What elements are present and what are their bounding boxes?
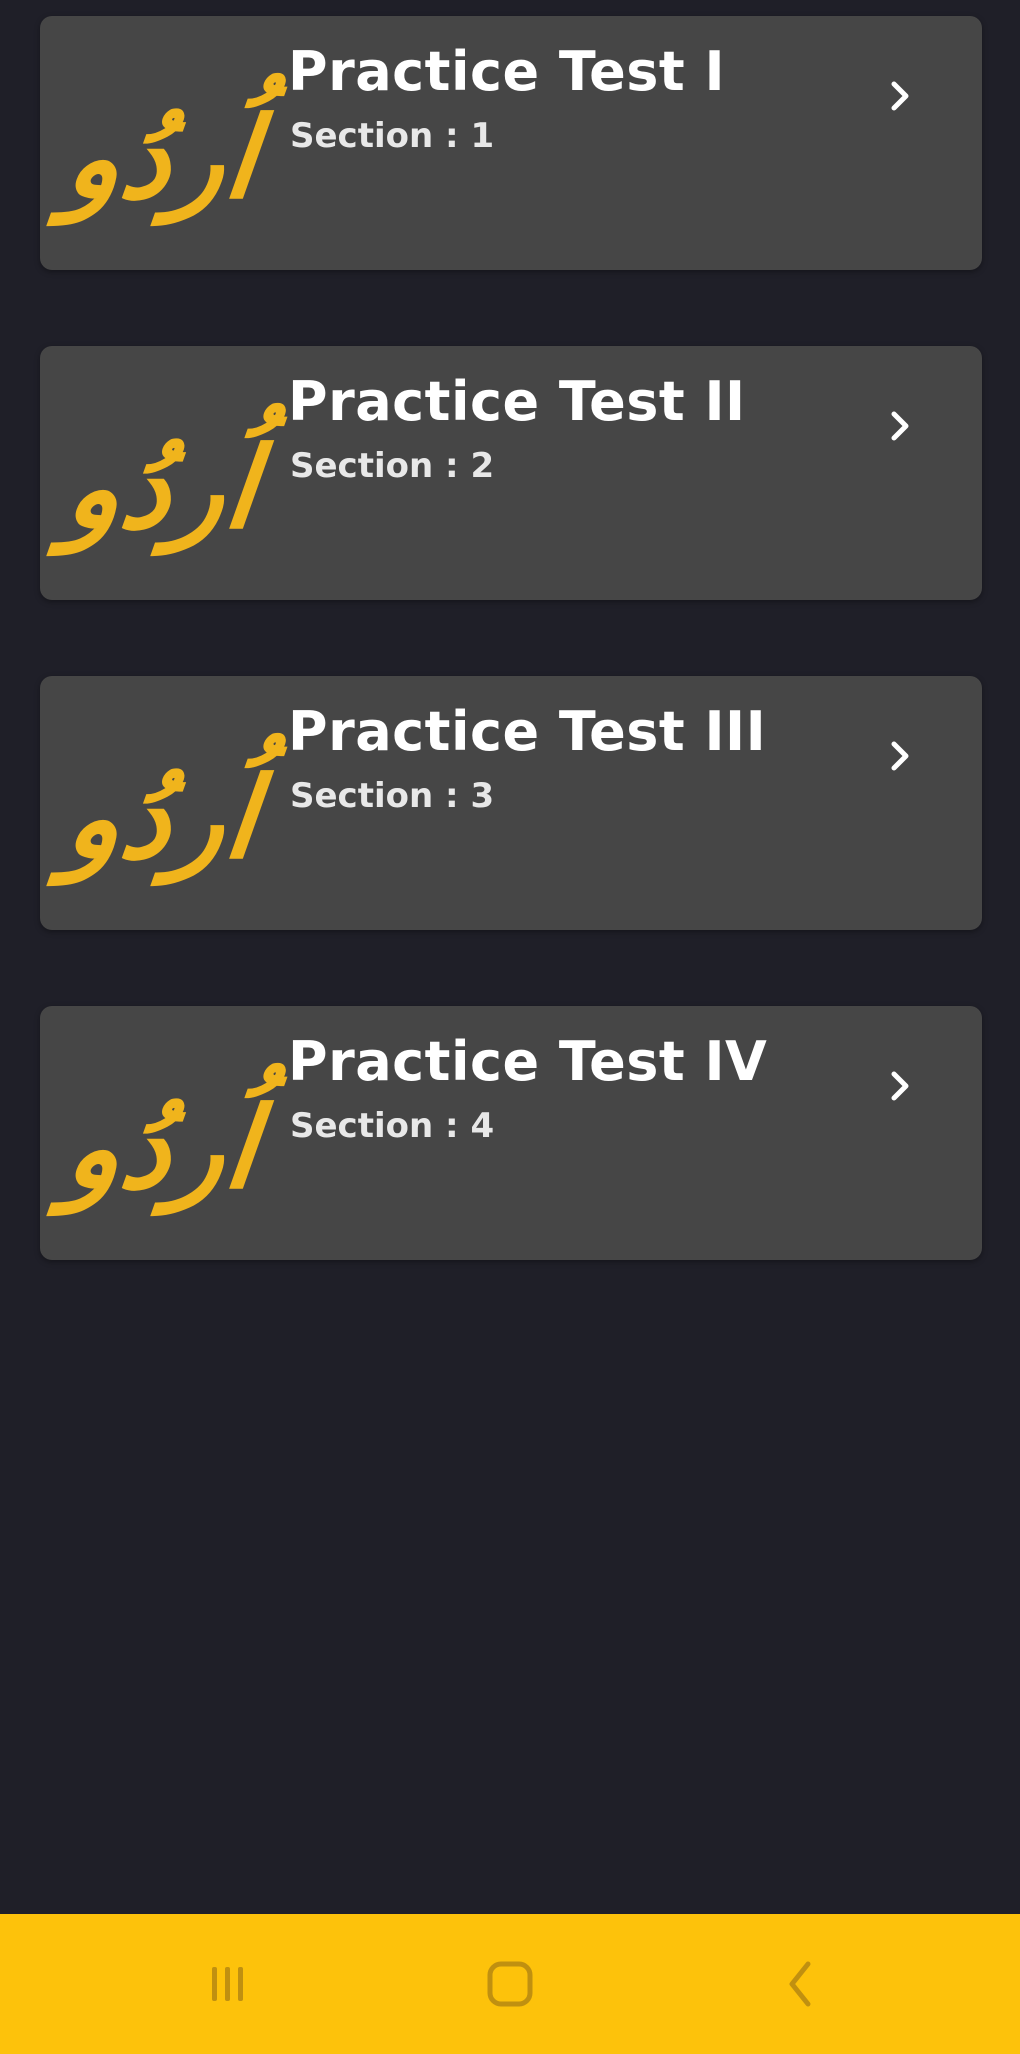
chevron-right-icon xyxy=(891,411,909,441)
urdu-logo: اُردُو xyxy=(61,404,264,574)
system-navigation-bar xyxy=(0,1914,1020,2054)
back-button[interactable] xyxy=(760,1952,840,2016)
urdu-logo-text: اُردُو xyxy=(60,1084,264,1214)
chevron-right-icon xyxy=(891,81,909,111)
practice-test-section: Section : 3 xyxy=(290,776,495,816)
back-icon xyxy=(789,1961,811,2007)
practice-test-list: اُردُو Practice Test I Section : 1 اُردُ… xyxy=(40,16,982,1336)
urdu-logo: اُردُو xyxy=(61,74,264,244)
practice-test-title: Practice Test II xyxy=(288,370,746,433)
practice-test-card-3[interactable]: اُردُو Practice Test III Section : 3 xyxy=(40,676,982,930)
home-button[interactable] xyxy=(470,1952,550,2016)
practice-test-title: Practice Test I xyxy=(288,40,726,103)
recents-icon xyxy=(212,1967,243,2001)
urdu-logo-text: اُردُو xyxy=(60,754,264,884)
urdu-logo-text: اُردُو xyxy=(60,424,264,554)
practice-test-title: Practice Test IV xyxy=(288,1030,768,1093)
chevron-right-icon xyxy=(891,1071,909,1101)
practice-test-section: Section : 2 xyxy=(290,446,495,486)
recents-button[interactable] xyxy=(188,1952,268,2016)
practice-test-card-1[interactable]: اُردُو Practice Test I Section : 1 xyxy=(40,16,982,270)
practice-test-title: Practice Test III xyxy=(288,700,767,763)
practice-test-card-2[interactable]: اُردُو Practice Test II Section : 2 xyxy=(40,346,982,600)
urdu-logo-text: اُردُو xyxy=(60,94,264,224)
urdu-logo: اُردُو xyxy=(61,1064,264,1234)
home-icon xyxy=(487,1961,533,2007)
practice-test-section: Section : 4 xyxy=(290,1106,495,1146)
practice-test-card-4[interactable]: اُردُو Practice Test IV Section : 4 xyxy=(40,1006,982,1260)
chevron-right-icon xyxy=(891,741,909,771)
practice-test-section: Section : 1 xyxy=(290,116,495,156)
urdu-logo: اُردُو xyxy=(61,734,264,904)
